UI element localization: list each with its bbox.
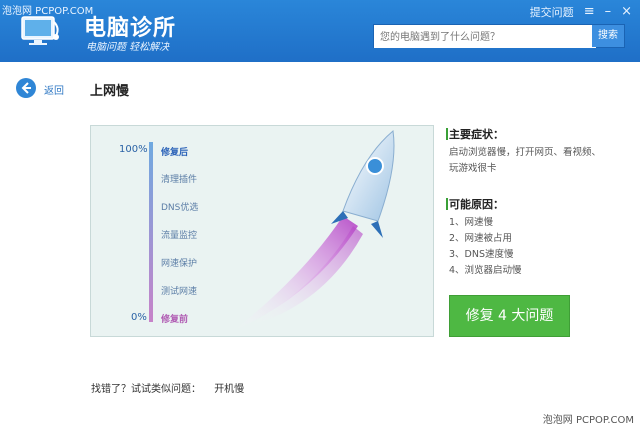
submit-question-link[interactable]: 提交问题 (530, 4, 574, 20)
back-arrow-icon[interactable] (16, 78, 36, 98)
symptoms-title: 主要症状： (449, 128, 504, 141)
computer-stethoscope-icon (21, 16, 59, 45)
step-speed-test: 测试网速 (161, 287, 198, 297)
search-box: 搜索 (373, 24, 625, 48)
step-traffic-monitor: 流量监控 (161, 231, 198, 241)
related-prompt: 找错了？试试类似问题： (91, 384, 201, 395)
related-question-link[interactable]: 开机慢 (214, 384, 244, 395)
close-icon[interactable]: × (621, 5, 632, 18)
causes-marker (446, 198, 448, 210)
app-slogan: 电脑问题 轻松解决 (86, 42, 170, 53)
cause-item: 4、浏览器启动慢 (449, 265, 522, 276)
causes-title: 可能原因： (449, 198, 504, 211)
percent-bottom: 0% (131, 312, 147, 323)
app-header: 泡泡网 PCPOP.COM 电脑诊所 电脑问题 轻松解决 提交问题 ≡ – × … (0, 0, 640, 62)
symptoms-line-2: 玩游戏很卡 (449, 163, 497, 174)
cause-item: 3、DNS速度慢 (449, 249, 514, 260)
menu-icon[interactable]: ≡ (584, 5, 595, 18)
symptoms-marker (446, 128, 448, 140)
step-dns-optimize: DNS优选 (161, 203, 199, 213)
window-controls: 提交问题 ≡ – × (530, 4, 632, 20)
cause-item: 2、网速被占用 (449, 233, 513, 244)
progress-bar (149, 142, 153, 322)
related-questions: 找错了？试试类似问题： 开机慢 (91, 380, 244, 395)
repair-progress-panel: 100% 0% 修复后 清理插件 DNS优选 流量监控 网速保护 测试网速 修复… (90, 125, 434, 337)
page-title: 上网慢 (90, 84, 130, 99)
search-input[interactable] (374, 27, 596, 48)
step-clean-plugins: 清理插件 (161, 175, 198, 185)
step-after-repair: 修复后 (161, 148, 189, 158)
cause-item: 1、网速慢 (449, 217, 494, 228)
step-before-repair: 修复前 (161, 315, 189, 325)
watermark-bottom: 泡泡网 PCPOP.COM (542, 415, 634, 426)
step-speed-protect: 网速保护 (161, 259, 198, 269)
back-link[interactable]: 返回 (44, 82, 64, 97)
percent-top: 100% (119, 144, 148, 155)
symptoms-line-1: 启动浏览器慢，打开网页、看视频、 (449, 147, 602, 158)
fix-problems-button[interactable]: 修复 4 大问题 (449, 295, 570, 337)
rocket-icon (233, 130, 395, 331)
minimize-icon[interactable]: – (605, 5, 612, 18)
search-button[interactable]: 搜索 (592, 25, 624, 47)
